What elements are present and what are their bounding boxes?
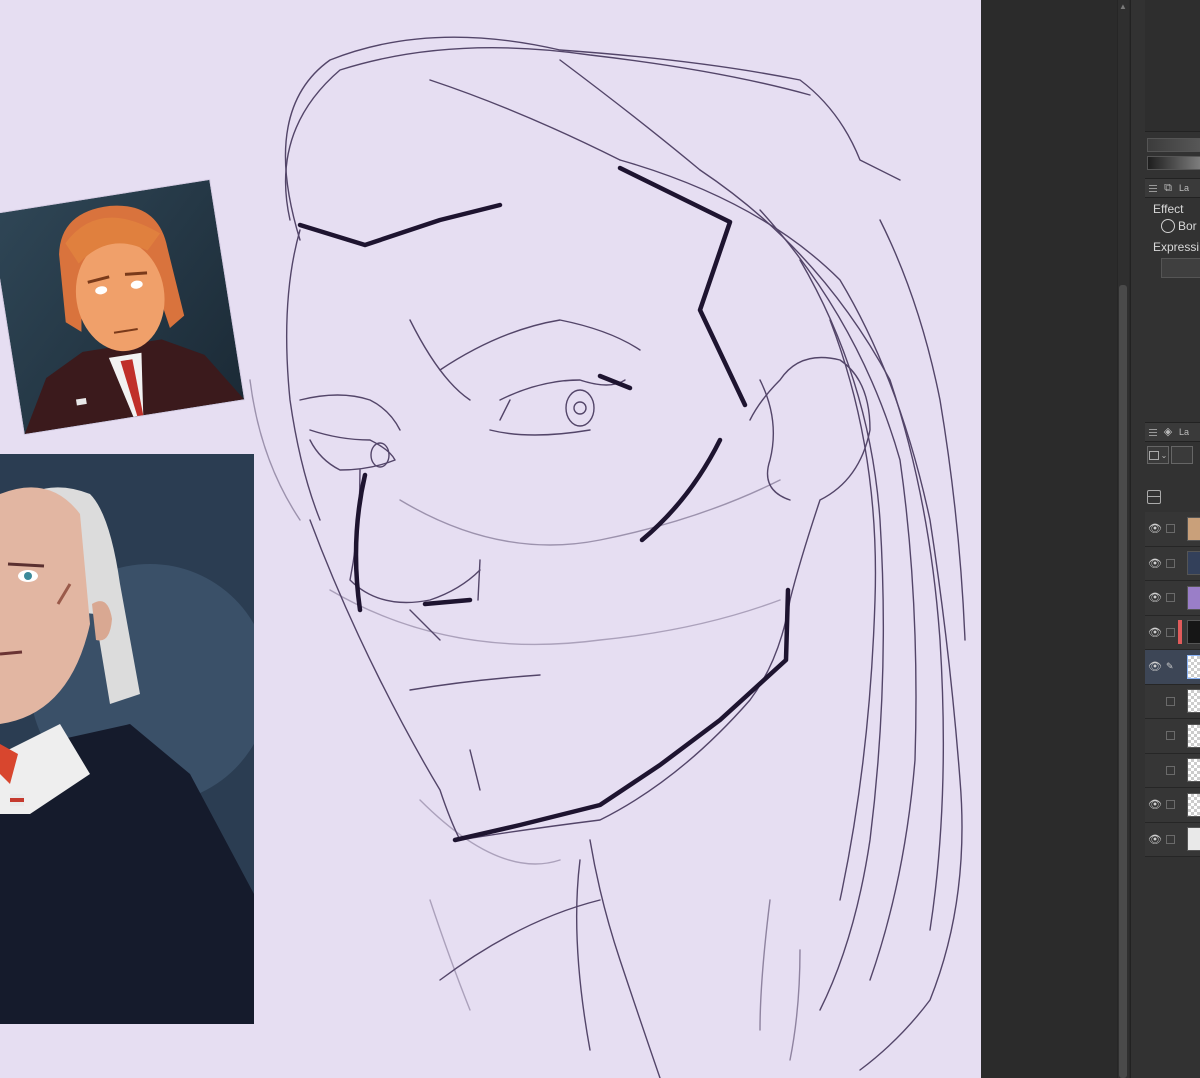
layer-row[interactable]: 👁 [1145, 684, 1200, 719]
layer-row[interactable]: 👁 [1145, 615, 1200, 650]
blend-mode-dropdown[interactable]: ⌄ [1147, 446, 1169, 464]
layer-thumbnail[interactable] [1187, 792, 1200, 817]
expression-color-dropdown[interactable] [1161, 258, 1200, 278]
layer-visibility-eye-icon[interactable]: 👁 [1145, 729, 1165, 742]
layer-visibility-eye-icon[interactable]: 👁 [1145, 557, 1165, 570]
panel-menu-icon[interactable] [1149, 184, 1157, 192]
layer-color-swatch [1178, 827, 1182, 851]
layer-thumbnail[interactable] [1187, 654, 1200, 679]
layer-row[interactable]: 👁 [1145, 719, 1200, 754]
layer-color-swatch [1178, 586, 1182, 610]
layer-property-icon[interactable]: ⧉ [1161, 181, 1175, 195]
layer-property-tab-bar: ⧉ La [1145, 178, 1200, 198]
expression-color-label: Expressi [1153, 240, 1200, 254]
layer-row[interactable]: 👁 [1145, 581, 1200, 616]
border-effect-option[interactable]: Bor [1161, 219, 1197, 233]
layer-visibility-eye-icon[interactable]: 👁 [1145, 798, 1165, 811]
scrollbar-thumb[interactable] [1119, 285, 1127, 1078]
layer-visibility-eye-icon[interactable]: 👁 [1145, 522, 1165, 535]
border-effect-label: Bor [1178, 219, 1197, 233]
layer-row[interactable]: 👁 [1145, 753, 1200, 788]
layer-visibility-eye-icon[interactable]: 👁 [1145, 833, 1165, 846]
layer-thumbnail[interactable] [1187, 516, 1200, 541]
layer-toolbar: ⌄ [1145, 444, 1200, 466]
layer-panel-menu-icon[interactable] [1149, 428, 1157, 436]
layer-row[interactable]: 👁 [1145, 822, 1200, 857]
layer-lock-checkbox[interactable] [1166, 524, 1175, 534]
layer-color-swatch [1178, 724, 1182, 748]
layer-visibility-eye-icon[interactable]: 👁 [1145, 660, 1165, 673]
layer-thumbnail[interactable] [1187, 758, 1200, 783]
layer-property-tab-label[interactable]: La [1179, 183, 1189, 193]
layer-thumbnail[interactable] [1187, 723, 1200, 748]
effect-label: Effect [1153, 202, 1184, 216]
border-effect-radio[interactable] [1161, 219, 1175, 233]
layer-edit-pen-icon: ✎ [1166, 661, 1174, 672]
layer-lock-checkbox[interactable] [1166, 696, 1175, 706]
layer-color-swatch [1178, 758, 1182, 782]
layer-row[interactable]: 👁 [1145, 512, 1200, 547]
layer-row[interactable]: 👁 [1145, 546, 1200, 581]
layer-tab-label[interactable]: La [1179, 427, 1189, 437]
layer-visibility-eye-icon[interactable]: 👁 [1145, 591, 1165, 604]
layer-lock-checkbox[interactable] [1166, 834, 1175, 844]
layer-color-swatch [1178, 551, 1182, 575]
navigator-panel [1145, 0, 1200, 132]
layer-visibility-eye-icon[interactable]: 👁 [1145, 764, 1165, 777]
layer-panel-tab-bar: ◈ La [1145, 422, 1200, 442]
layer-color-swatch [1178, 793, 1182, 817]
layer-visibility-eye-icon[interactable]: 👁 [1145, 626, 1165, 639]
layer-color-swatch [1178, 620, 1182, 645]
layer-list: 👁👁👁👁👁✎👁👁👁👁👁 [1145, 512, 1200, 857]
layer-lock-checkbox[interactable] [1166, 765, 1175, 775]
layer-lock-checkbox[interactable] [1166, 593, 1175, 603]
gradient-slider-1[interactable] [1147, 138, 1200, 152]
layer-group-icon[interactable] [1147, 490, 1161, 504]
layer-color-swatch [1178, 655, 1182, 679]
layer-lock-checkbox[interactable] [1166, 731, 1175, 741]
layer-thumbnail[interactable] [1187, 620, 1200, 645]
sketch-drawing [249, 36, 966, 1078]
layer-lock-checkbox[interactable] [1166, 627, 1175, 637]
right-side-panel: ⧉ La Effect Bor Expressi ◈ La ⌄ 👁 👁 👁 👁 👁 ✎ 👁 👁… [1130, 0, 1200, 1078]
layer-thumbnail[interactable] [1187, 551, 1200, 576]
layer-visibility-eye-icon[interactable]: 👁 [1145, 695, 1165, 708]
layer-option-button[interactable] [1171, 446, 1193, 464]
layer-thumbnail[interactable] [1187, 689, 1200, 714]
gradient-slider-2[interactable] [1147, 156, 1200, 170]
scroll-up-arrow-icon[interactable]: ▲ [1118, 0, 1128, 14]
layer-lock-checkbox[interactable] [1166, 800, 1175, 810]
canvas-gutter [981, 0, 1117, 1078]
layer-row[interactable]: 👁 ✎ [1145, 650, 1200, 685]
layers-icon[interactable]: ◈ [1161, 425, 1175, 439]
drawing-canvas[interactable] [0, 0, 981, 1078]
layer-color-swatch [1178, 517, 1182, 541]
layer-color-swatch [1178, 689, 1182, 713]
layer-lock-checkbox[interactable] [1166, 558, 1175, 568]
layer-thumbnail[interactable] [1187, 585, 1200, 610]
layer-thumbnail[interactable] [1187, 827, 1200, 852]
layer-row[interactable]: 👁 [1145, 788, 1200, 823]
